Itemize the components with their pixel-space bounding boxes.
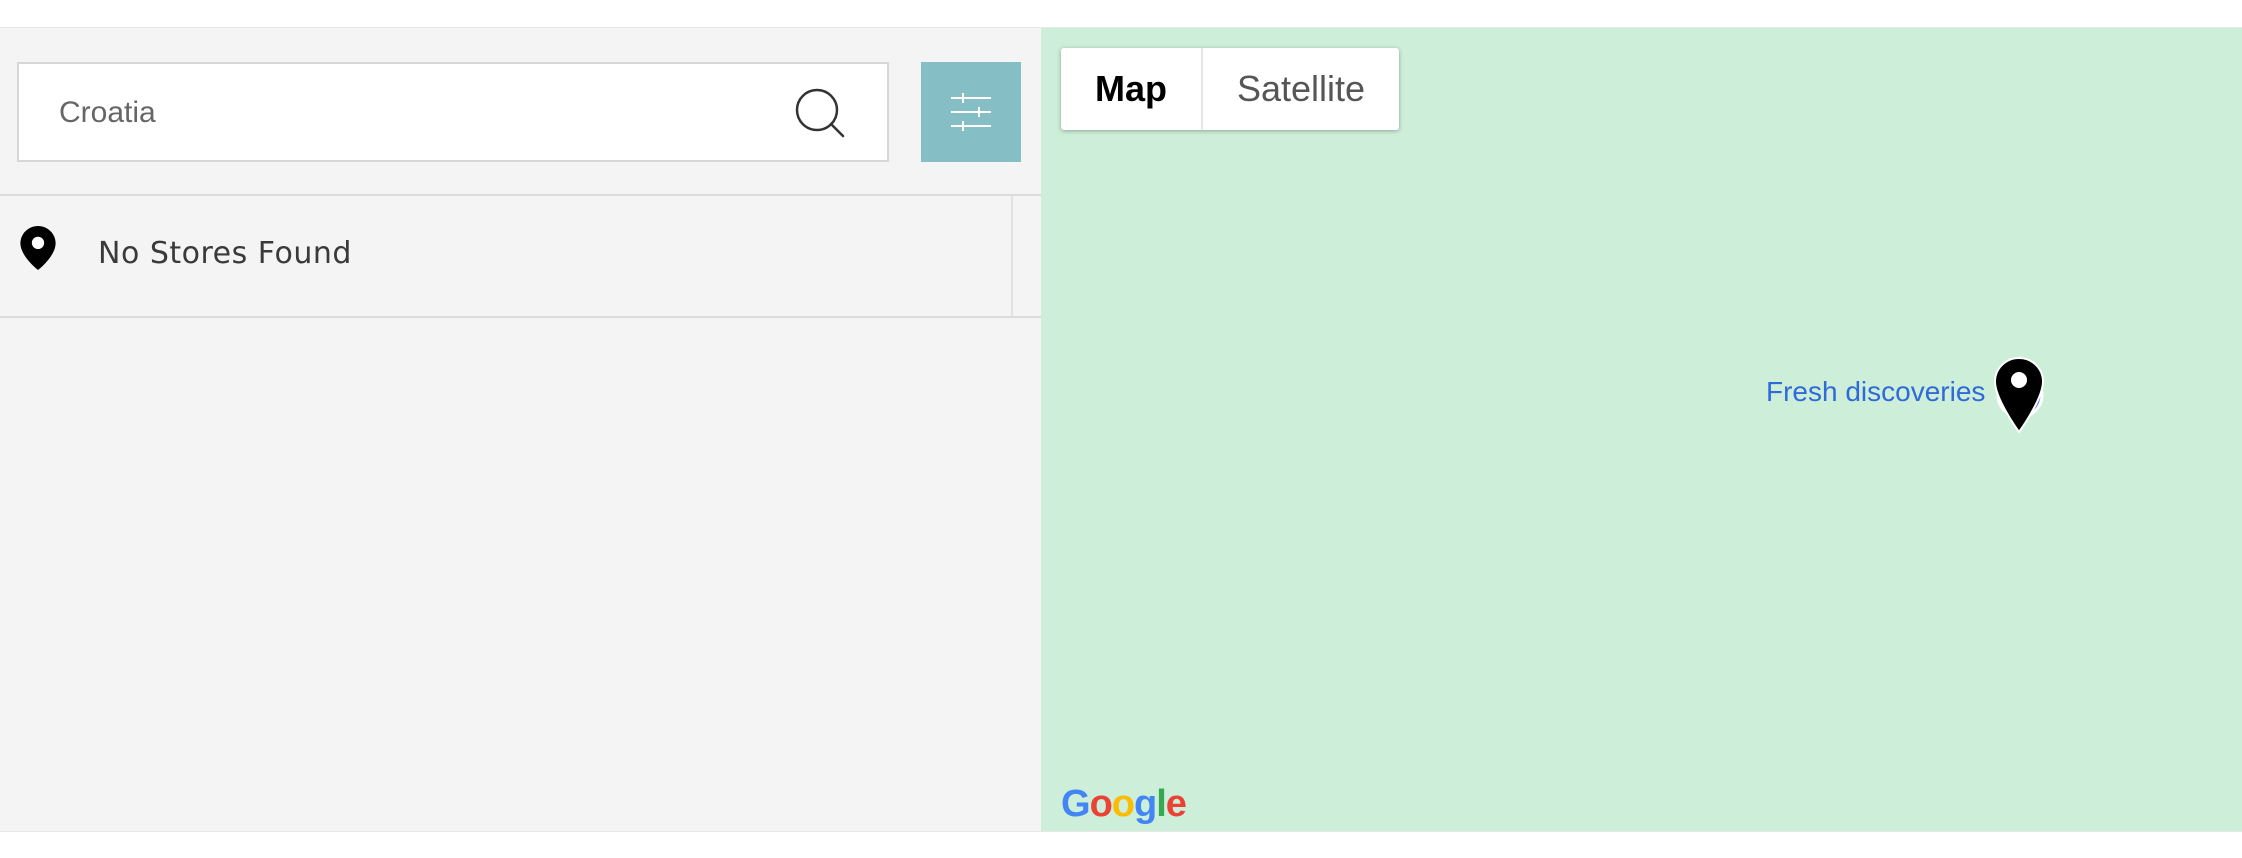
poi-label: Fresh discoveries (1766, 376, 1986, 407)
no-stores-message: No Stores Found (98, 236, 352, 271)
top-bar (0, 0, 2242, 28)
search-icon[interactable] (793, 86, 849, 142)
filter-button[interactable] (921, 62, 1021, 162)
map-type-map-button[interactable]: Map (1061, 48, 1203, 130)
map-type-control: Map Satellite (1061, 48, 1400, 130)
map-pin-icon (20, 226, 56, 270)
map-marker-icon[interactable] (1993, 356, 2045, 436)
search-box (17, 62, 889, 162)
google-logo[interactable]: Google (1061, 783, 1187, 826)
sliders-icon (951, 93, 991, 131)
scrollbar-track[interactable] (1011, 196, 1013, 316)
store-locator-panel: No Stores Found (0, 28, 1041, 831)
search-input[interactable] (59, 90, 759, 136)
map[interactable]: Map Satellite Fresh discoveries Google (1041, 28, 2242, 831)
map-type-satellite-button[interactable]: Satellite (1203, 48, 1399, 130)
bottom-bar (0, 831, 2242, 858)
results-list: No Stores Found (0, 194, 1041, 318)
